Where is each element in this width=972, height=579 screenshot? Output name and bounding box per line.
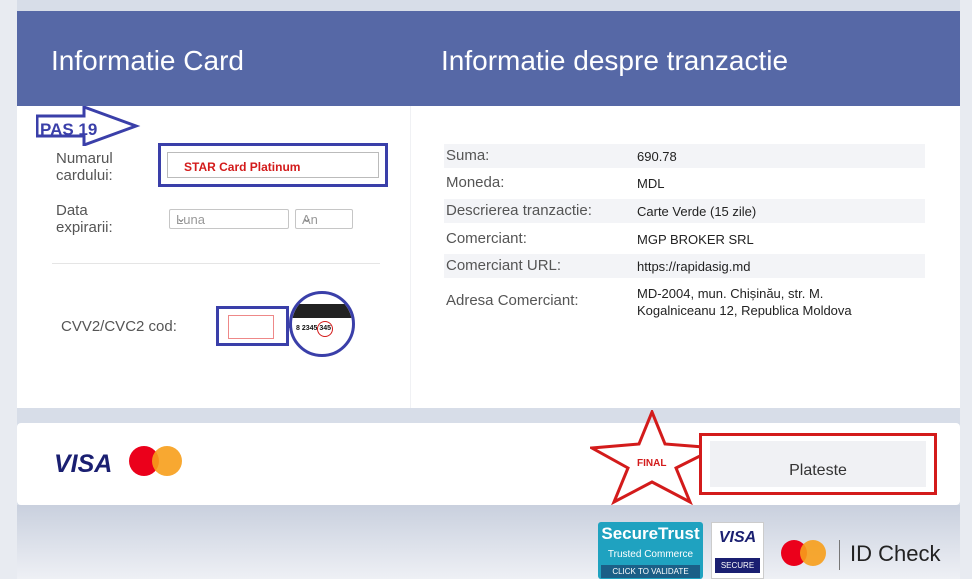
transaction-row-currency: Moneda: MDL	[444, 171, 925, 195]
visa-secure-top: VISA	[718, 529, 757, 546]
row-value: MD-2004, mun. Chișinău, str. M. Kogalnic…	[637, 286, 852, 318]
mastercard-logo-orange	[152, 446, 182, 476]
idcheck-separator	[839, 540, 840, 570]
id-check-label: ID Check	[850, 541, 941, 566]
card-number-highlight: STAR Card Platinum	[158, 143, 388, 187]
transaction-info-title: Informatie despre tranzactie	[441, 45, 789, 76]
row-value: 690.78	[637, 149, 677, 164]
final-annotation: FINAL	[637, 458, 667, 469]
chevron-down-icon: ⌄	[176, 211, 187, 225]
month-select[interactable]: Luna ⌄	[169, 209, 289, 229]
panel-divider	[410, 106, 411, 408]
card-number-value: STAR Card Platinum	[184, 160, 301, 174]
row-key: Moneda:	[446, 174, 505, 191]
transaction-row-address: Adresa Comerciant: MD-2004, mun. Chișină…	[444, 281, 925, 331]
row-value: Carte Verde (15 zile)	[637, 204, 757, 219]
securetrust-badge[interactable]: SecureTrust Trusted Commerce CLICK TO VA…	[598, 522, 703, 579]
cvv-card-illustration: 8 2345 345	[289, 291, 355, 357]
row-key: Suma:	[446, 147, 490, 164]
transaction-row-amount: Suma: 690.78	[444, 144, 925, 168]
card-number-label: Numarul cardului:	[56, 150, 113, 184]
mastercard-idcheck-orange	[800, 540, 826, 566]
visa-secure-badge: VISA SECURE	[711, 522, 764, 579]
row-key: Comerciant:	[446, 230, 527, 247]
magnetic-stripe	[292, 304, 352, 318]
row-key: Descrierea tranzactie:	[446, 202, 592, 219]
securetrust-cta: CLICK TO VALIDATE	[601, 565, 700, 578]
card-number-input[interactable]: STAR Card Platinum	[167, 152, 379, 178]
year-select[interactable]: An ⌄	[295, 209, 353, 229]
row-value: https://rapidasig.md	[637, 259, 751, 274]
visa-logo: VISA	[54, 450, 113, 478]
expiry-label: Data expirarii:	[56, 202, 113, 236]
pay-button[interactable]: Plateste	[710, 441, 926, 487]
card-info-title: Informatie Card	[51, 45, 244, 76]
securetrust-title: SecureTrust	[601, 524, 700, 543]
row-value: MGP BROKER SRL	[637, 232, 754, 247]
form-separator	[52, 263, 380, 264]
row-key: Comerciant URL:	[446, 257, 562, 274]
transaction-row-merchant-url: Comerciant URL: https://rapidasig.md	[444, 254, 925, 278]
row-value: MDL	[637, 176, 665, 191]
page-margin-right	[960, 0, 972, 579]
visa-secure-bottom: SECURE	[715, 558, 760, 573]
page-margin-left	[0, 0, 17, 579]
row-key: Adresa Comerciant:	[446, 292, 579, 309]
transaction-row-merchant: Comerciant: MGP BROKER SRL	[444, 227, 925, 251]
cvv-highlight	[216, 306, 289, 346]
payment-header: Informatie Card Informatie despre tranza…	[17, 11, 960, 106]
securetrust-subtitle: Trusted Commerce	[607, 549, 694, 560]
cvv-code-marker	[317, 321, 333, 337]
cvv-label: CVV2/CVC2 cod:	[61, 318, 177, 335]
pay-button-highlight: Plateste	[699, 433, 937, 495]
step-annotation: PAS 19	[40, 120, 98, 139]
transaction-row-description: Descrierea tranzactie: Carte Verde (15 z…	[444, 199, 925, 223]
cvv-input[interactable]	[228, 315, 274, 339]
chevron-down-icon: ⌄	[302, 211, 313, 225]
pay-button-label: Plateste	[789, 462, 847, 479]
